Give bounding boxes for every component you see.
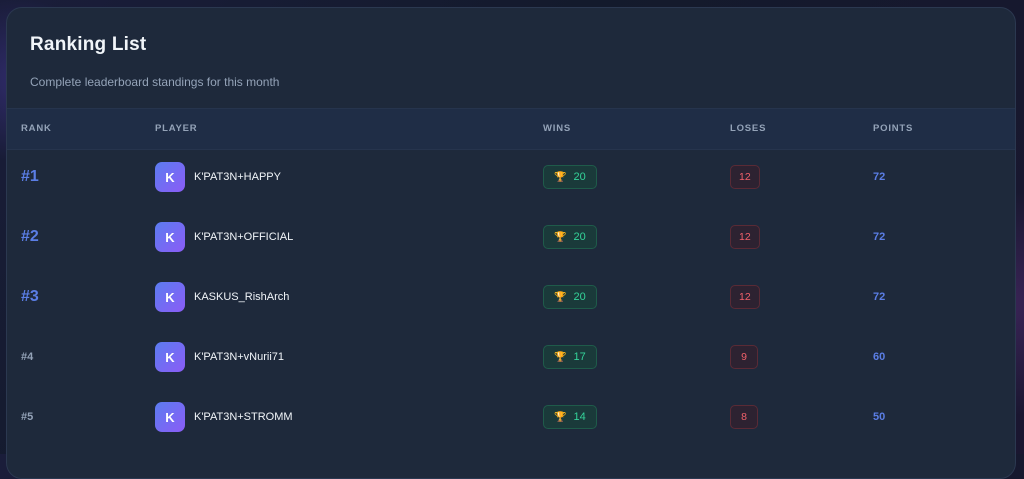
rank-value: #4	[21, 351, 34, 363]
ranking-card: Ranking List Complete leaderboard standi…	[6, 7, 1016, 479]
table-row[interactable]: #5 K K'PAT3N+STROMM 🏆 14 8 50	[7, 387, 1015, 447]
trophy-icon: 🏆	[554, 411, 567, 423]
trophy-icon: 🏆	[554, 291, 567, 303]
wins-badge: 🏆 17	[543, 345, 597, 369]
column-header-player[interactable]: PLAYER	[155, 123, 197, 134]
wins-value: 20	[573, 291, 586, 303]
wins-value: 20	[573, 231, 586, 243]
avatar: K	[155, 222, 185, 252]
points-value: 50	[873, 411, 886, 423]
table-row[interactable]: #1 K K'PAT3N+HAPPY 🏆 20 12 72	[7, 147, 1015, 207]
avatar: K	[155, 402, 185, 432]
points-value: 60	[873, 351, 886, 363]
page-subtitle: Complete leaderboard standings for this …	[30, 75, 280, 89]
player-name[interactable]: K'PAT3N+OFFICIAL	[194, 231, 293, 243]
column-header-points[interactable]: POINTS	[873, 123, 913, 134]
wins-value: 14	[573, 411, 586, 423]
trophy-icon: 🏆	[554, 351, 567, 363]
page-title: Ranking List	[30, 34, 147, 55]
card-header: Ranking List Complete leaderboard standi…	[7, 8, 1015, 108]
wins-badge: 🏆 20	[543, 225, 597, 249]
table-row[interactable]: #2 K K'PAT3N+OFFICIAL 🏆 20 12 72	[7, 207, 1015, 267]
rank-value: #3	[21, 288, 39, 305]
player-name[interactable]: KASKUS_RishArch	[194, 291, 289, 303]
trophy-icon: 🏆	[554, 231, 567, 243]
player-name[interactable]: K'PAT3N+vNurii71	[194, 351, 284, 363]
table-header: RANK PLAYER WINS LOSES POINTS	[7, 108, 1015, 150]
rank-value: #2	[21, 228, 39, 245]
wins-badge: 🏆 20	[543, 165, 597, 189]
avatar: K	[155, 162, 185, 192]
trophy-icon: 🏆	[554, 171, 567, 183]
table-row[interactable]: #3 K KASKUS_RishArch 🏆 20 12 72	[7, 267, 1015, 327]
avatar: K	[155, 282, 185, 312]
column-header-loses[interactable]: LOSES	[730, 123, 766, 134]
player-name[interactable]: K'PAT3N+STROMM	[194, 411, 293, 423]
loses-badge: 12	[730, 285, 760, 309]
column-header-rank[interactable]: RANK	[21, 123, 52, 134]
points-value: 72	[873, 171, 886, 183]
points-value: 72	[873, 231, 886, 243]
loses-badge: 8	[730, 405, 758, 429]
rank-value: #5	[21, 411, 34, 423]
wins-value: 17	[573, 351, 586, 363]
loses-badge: 12	[730, 225, 760, 249]
column-header-wins[interactable]: WINS	[543, 123, 571, 134]
avatar: K	[155, 342, 185, 372]
wins-badge: 🏆 20	[543, 285, 597, 309]
table-row[interactable]: #4 K K'PAT3N+vNurii71 🏆 17 9 60	[7, 327, 1015, 387]
player-name[interactable]: K'PAT3N+HAPPY	[194, 171, 281, 183]
wins-value: 20	[573, 171, 586, 183]
points-value: 72	[873, 291, 886, 303]
loses-badge: 9	[730, 345, 758, 369]
loses-badge: 12	[730, 165, 760, 189]
wins-badge: 🏆 14	[543, 405, 597, 429]
rank-value: #1	[21, 168, 39, 185]
